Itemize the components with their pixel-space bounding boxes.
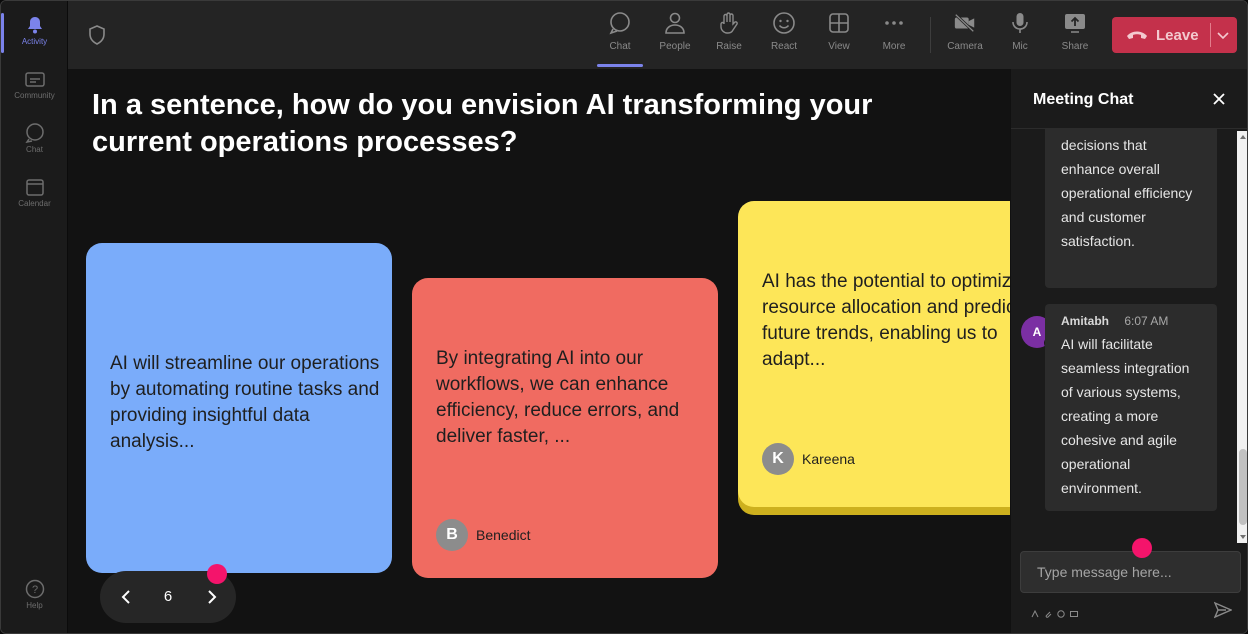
- hand-icon: [717, 11, 741, 35]
- emoji-icon[interactable]: [1057, 605, 1065, 618]
- chat-header: Meeting Chat: [1011, 69, 1247, 129]
- share-button-label: Share: [1061, 41, 1089, 52]
- card-author: B Benedict: [436, 519, 530, 551]
- rail-item-chat[interactable]: Chat: [1, 115, 68, 163]
- chevron-left-icon[interactable]: [118, 588, 136, 606]
- react-button[interactable]: React: [760, 11, 808, 61]
- cursor-highlight-dot: [1132, 538, 1152, 558]
- chat-message: Amitabh 6:07 AM AI will facilitate seaml…: [1045, 304, 1217, 511]
- camera-off-icon: [953, 11, 977, 35]
- chat-icon: [608, 11, 632, 35]
- cursor-highlight-dot: [207, 564, 227, 584]
- rail-item-calendar[interactable]: Calendar: [1, 169, 68, 217]
- response-card[interactable]: By integrating AI into our workflows, we…: [412, 278, 718, 578]
- compose-tools: [1031, 605, 1078, 618]
- meeting-toolbar: Chat People Raise React View More Camera…: [68, 1, 1247, 69]
- calendar-icon: [25, 177, 45, 197]
- chat-title: Meeting Chat: [1033, 91, 1134, 108]
- gif-icon[interactable]: [1070, 605, 1078, 617]
- mic-button[interactable]: Mic: [996, 11, 1044, 61]
- chat-button[interactable]: Chat: [596, 11, 644, 67]
- share-screen-icon: [1063, 11, 1087, 35]
- scroll-down-arrow-icon[interactable]: [1239, 533, 1247, 541]
- chat-scrollbar[interactable]: [1237, 131, 1247, 543]
- people-button-label: People: [659, 41, 691, 52]
- rail-item-help[interactable]: ? Help: [1, 571, 68, 619]
- rail-item-activity[interactable]: Activity: [1, 7, 68, 55]
- more-button-label: More: [882, 41, 906, 52]
- toolbar-divider: [930, 17, 931, 53]
- meeting-chat-panel: Meeting Chat decisions that enhance over…: [1010, 69, 1247, 633]
- author-name: Kareena: [802, 451, 855, 467]
- grid-icon: [827, 11, 851, 35]
- leave-divider: [1210, 23, 1211, 47]
- people-button[interactable]: People: [651, 11, 699, 61]
- close-icon[interactable]: [1211, 91, 1227, 107]
- message-meta: Amitabh 6:07 AM: [1061, 310, 1203, 332]
- rail-item-label: Community: [14, 91, 55, 100]
- microphone-icon: [1008, 11, 1032, 35]
- raise-hand-button[interactable]: Raise: [705, 11, 753, 61]
- message-text: decisions that enhance overall operation…: [1061, 137, 1193, 249]
- response-card[interactable]: AI will streamline our operations by aut…: [86, 243, 392, 573]
- share-button[interactable]: Share: [1051, 11, 1099, 61]
- camera-button[interactable]: Camera: [941, 11, 989, 61]
- chat-message: decisions that enhance overall operation…: [1045, 129, 1217, 288]
- author-name: Benedict: [476, 527, 531, 543]
- avatar: K: [762, 443, 794, 475]
- card-text: AI has the potential to optimize resourc…: [762, 271, 1010, 370]
- meeting-window: Activity Community Chat Calendar ? Help: [0, 0, 1248, 634]
- chat-message-input[interactable]: [1020, 551, 1241, 593]
- rail-item-label: Chat: [26, 145, 43, 154]
- attach-icon[interactable]: [1044, 605, 1052, 618]
- more-icon: [882, 11, 906, 35]
- message-time: 6:07 AM: [1124, 314, 1169, 328]
- rail-item-label: Activity: [21, 37, 48, 46]
- community-icon: [24, 69, 45, 89]
- card-text: By integrating AI into our workflows, we…: [436, 348, 680, 447]
- card-text: AI will streamline our operations by aut…: [110, 353, 380, 452]
- chevron-right-icon[interactable]: [202, 588, 220, 606]
- message-author: Amitabh: [1061, 314, 1109, 328]
- page-number: 6: [163, 588, 173, 605]
- svg-text:?: ?: [31, 584, 37, 596]
- avatar: B: [436, 519, 468, 551]
- chat-message-list: decisions that enhance overall operation…: [1011, 129, 1239, 543]
- mic-button-label: Mic: [1012, 41, 1028, 52]
- chevron-down-icon[interactable]: [1216, 28, 1230, 42]
- hang-up-icon: [1127, 31, 1147, 39]
- message-text: AI will facilitate seamless integration …: [1061, 336, 1190, 496]
- response-card[interactable]: AI has the potential to optimize resourc…: [738, 201, 1010, 507]
- presentation-stage: In a sentence, how do you envision AI tr…: [68, 69, 1010, 633]
- person-icon: [663, 11, 687, 35]
- bell-icon: [25, 15, 45, 35]
- send-icon[interactable]: [1214, 601, 1232, 619]
- help-icon: ?: [25, 579, 45, 599]
- format-icon[interactable]: [1031, 605, 1039, 618]
- card-author: K Kareena: [762, 443, 855, 475]
- scrollbar-thumb[interactable]: [1239, 449, 1247, 525]
- smiley-icon: [772, 11, 796, 35]
- camera-button-label: Camera: [947, 41, 983, 52]
- view-button-label: View: [828, 41, 850, 52]
- react-button-label: React: [770, 41, 798, 52]
- rail-item-community[interactable]: Community: [1, 61, 68, 109]
- more-button[interactable]: More: [870, 11, 918, 61]
- view-button[interactable]: View: [815, 11, 863, 61]
- shield-icon[interactable]: [88, 25, 106, 45]
- raise-button-label: Raise: [716, 41, 742, 52]
- rail-item-label: Calendar: [18, 199, 51, 208]
- scroll-up-arrow-icon[interactable]: [1239, 133, 1247, 141]
- left-rail: Activity Community Chat Calendar ? Help: [1, 1, 68, 633]
- question-heading: In a sentence, how do you envision AI tr…: [92, 89, 873, 158]
- leave-button[interactable]: Leave: [1112, 17, 1237, 53]
- leave-button-label: Leave: [1156, 26, 1199, 44]
- chat-icon: [24, 123, 45, 143]
- chat-button-label: Chat: [609, 41, 631, 52]
- rail-item-label: Help: [26, 601, 43, 610]
